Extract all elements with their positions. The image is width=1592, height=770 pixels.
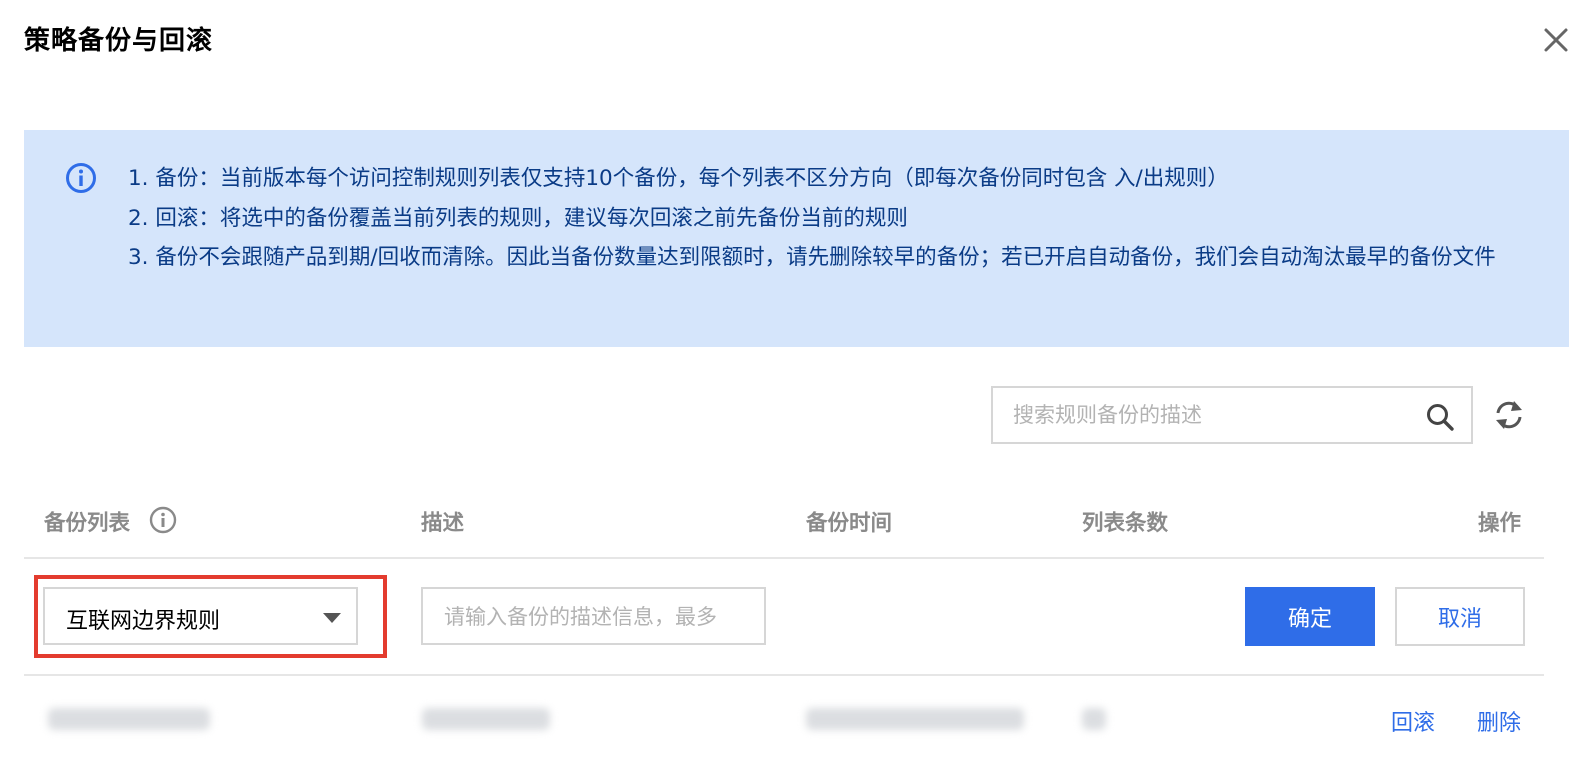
search-box[interactable] [991,386,1473,444]
rollback-link[interactable]: 回滚 [1391,705,1435,737]
select-value: 互联网边界规则 [66,609,221,634]
header-divider [24,557,1544,559]
column-header-time: 备份时间 [806,511,893,536]
close-icon[interactable] [1538,22,1574,58]
desc-field[interactable] [421,587,766,645]
desc-input[interactable] [444,602,749,632]
row-divider [24,674,1544,676]
delete-link[interactable]: 删除 [1477,705,1521,737]
info-icon [66,163,96,193]
column-header-list: 备份列表 [44,511,131,536]
info-icon[interactable] [149,506,177,534]
confirm-button[interactable]: 确定 [1245,587,1375,646]
blurred-cell [806,708,1024,730]
column-header-count: 列表条数 [1082,511,1169,536]
notice-banner: 1. 备份：当前版本每个访问控制规则列表仅支持10个备份，每个列表不区分方向（即… [24,130,1569,347]
notice-line: 1. 备份：当前版本每个访问控制规则列表仅支持10个备份，每个列表不区分方向（即… [128,166,1229,191]
notice-line: 2. 回滚：将选中的备份覆盖当前列表的规则，建议每次回滚之前先备份当前的规则 [128,205,908,231]
search-input[interactable] [1013,400,1413,430]
backup-list-select[interactable]: 互联网边界规则 [43,587,358,645]
refresh-icon[interactable] [1493,398,1525,432]
cancel-button[interactable]: 取消 [1395,587,1525,646]
dialog-title: 策略备份与回滚 [24,26,214,56]
column-header-ops: 操作 [1478,511,1522,536]
column-header-desc: 描述 [421,511,465,536]
blurred-cell [1082,708,1106,730]
chevron-down-icon [323,613,341,623]
search-icon[interactable] [1425,402,1455,432]
blurred-cell [48,708,210,730]
blurred-cell [422,708,550,730]
notice-text: 1. 备份：当前版本每个访问控制规则列表仅支持10个备份，每个列表不区分方向（即… [128,159,1508,278]
notice-line: 3. 备份不会跟随产品到期/回收而清除。因此当备份数量达到限额时，请先删除较早的… [128,245,1496,270]
